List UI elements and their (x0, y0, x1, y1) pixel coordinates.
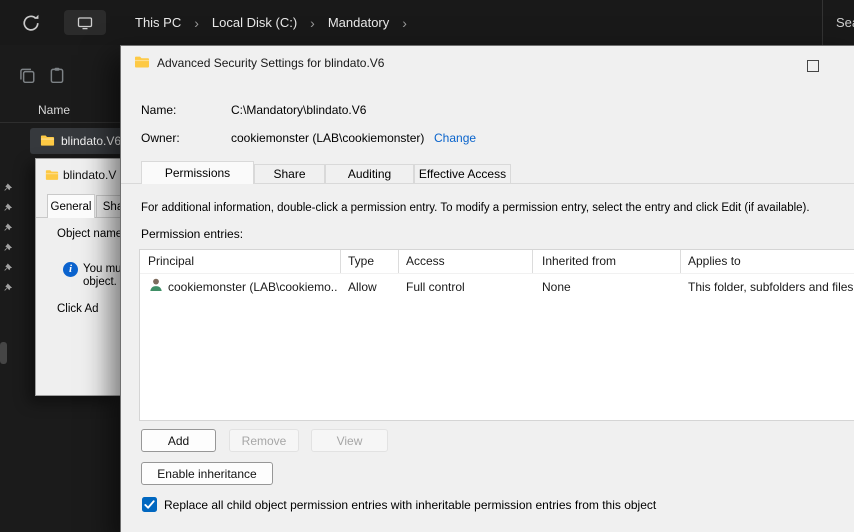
name-label: Name: (141, 103, 177, 117)
explorer-address-bar: This PC › Local Disk (C:) › Mandatory › … (0, 0, 854, 45)
instruction-text: For additional information, double-click… (141, 202, 810, 214)
file-row-selected[interactable]: blindato.V6 (30, 128, 126, 154)
chevron-right-icon[interactable]: › (310, 15, 315, 31)
permission-entries-table[interactable]: Principal Type Access Inherited from App… (139, 249, 854, 421)
column-divider[interactable] (532, 250, 533, 273)
header-divider (140, 273, 854, 274)
change-owner-link[interactable]: Change (434, 131, 476, 145)
monitor-icon (77, 16, 93, 29)
folder-icon (40, 135, 55, 146)
info-icon: i (63, 262, 78, 277)
cell-inherited-from[interactable]: None (542, 280, 571, 294)
pin-icon[interactable] (4, 283, 16, 295)
name-value: C:\Mandatory\blindato.V6 (231, 103, 367, 117)
col-header-principal[interactable]: Principal (148, 254, 194, 268)
file-name: blindato.V6 (61, 134, 122, 148)
tab-auditing[interactable]: Auditing (325, 164, 414, 184)
tab-effective-access[interactable]: Effective Access (414, 164, 511, 184)
cell-principal[interactable]: cookiemonster (LAB\cookiemo... (168, 280, 338, 294)
copy-icon[interactable] (18, 66, 36, 84)
pin-icon[interactable] (4, 203, 16, 215)
breadcrumb-this-pc[interactable]: This PC (133, 11, 183, 34)
click-hint-text: Click Ad (57, 303, 99, 315)
enable-inheritance-button[interactable]: Enable inheritance (141, 462, 273, 485)
col-header-access[interactable]: Access (406, 254, 445, 268)
owner-value: cookiemonster (LAB\cookiemonster) (231, 131, 425, 145)
cell-type[interactable]: Allow (348, 280, 377, 294)
col-header-type[interactable]: Type (348, 254, 374, 268)
properties-dialog-title: blindato.V (63, 168, 117, 182)
advanced-security-dialog: Advanced Security Settings for blindato.… (120, 45, 854, 532)
scrollbar-thumb[interactable] (0, 342, 7, 364)
user-icon (150, 278, 162, 291)
column-divider[interactable] (680, 250, 681, 273)
column-divider (0, 122, 126, 123)
tab-sharing[interactable]: Sha (96, 195, 120, 218)
folder-icon (135, 56, 149, 68)
refresh-icon[interactable] (22, 13, 40, 31)
check-icon (144, 500, 155, 509)
column-header-name[interactable]: Name (38, 103, 70, 117)
permission-entries-label: Permission entries: (141, 227, 244, 241)
tab-general[interactable]: General (47, 194, 95, 218)
tab-permissions[interactable]: Permissions (141, 161, 254, 184)
owner-label: Owner: (141, 131, 180, 145)
maximize-button[interactable] (807, 60, 819, 72)
remove-button: Remove (229, 429, 299, 452)
info-text-line2: object. (83, 276, 117, 288)
col-header-inherited-from[interactable]: Inherited from (542, 254, 616, 268)
cell-access[interactable]: Full control (406, 280, 465, 294)
breadcrumb-mandatory[interactable]: Mandatory (326, 11, 391, 34)
screen: This PC › Local Disk (C:) › Mandatory › … (0, 0, 854, 532)
pin-icon[interactable] (4, 223, 16, 235)
add-button[interactable]: Add (141, 429, 216, 452)
info-text-line1: You mus (83, 263, 120, 275)
col-header-applies-to[interactable]: Applies to (688, 254, 741, 268)
dialog-title: Advanced Security Settings for blindato.… (157, 56, 385, 70)
this-pc-chip[interactable] (64, 10, 106, 35)
column-divider[interactable] (398, 250, 399, 273)
object-name-label: Object name: (57, 228, 120, 240)
replace-permissions-label[interactable]: Replace all child object permission entr… (164, 498, 656, 512)
pin-icon[interactable] (4, 263, 16, 275)
pin-icon[interactable] (4, 243, 16, 255)
breadcrumb-local-disk[interactable]: Local Disk (C:) (210, 11, 299, 34)
view-button: View (311, 429, 388, 452)
properties-dialog: blindato.V General Sha Object name: i Yo… (35, 158, 120, 396)
column-divider[interactable] (340, 250, 341, 273)
chevron-right-icon[interactable]: › (402, 15, 407, 31)
chevron-right-icon[interactable]: › (194, 15, 199, 31)
search-input[interactable]: Sea (822, 0, 854, 45)
breadcrumb: This PC › Local Disk (C:) › Mandatory › (133, 0, 418, 45)
tab-share[interactable]: Share (254, 164, 325, 184)
clipboard-icon[interactable] (48, 66, 66, 84)
cell-applies-to[interactable]: This folder, subfolders and files (688, 280, 853, 294)
pin-icon[interactable] (4, 183, 16, 195)
folder-icon (45, 170, 59, 180)
replace-permissions-checkbox[interactable] (142, 497, 157, 512)
